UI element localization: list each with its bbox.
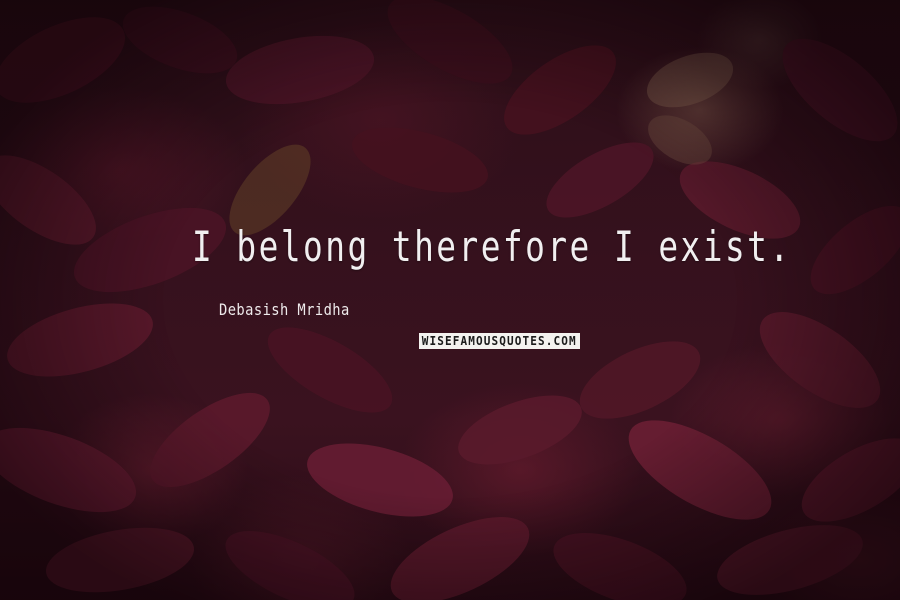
quote-image: I belong therefore I exist. Debasish Mri… [0,0,900,600]
quote-author: Debasish Mridha [219,300,350,319]
quote-text: I belong therefore I exist. [192,223,792,272]
vignette-overlay [0,0,900,600]
watermark-logo: WISEFAMOUSQUOTES.COM [419,333,580,349]
